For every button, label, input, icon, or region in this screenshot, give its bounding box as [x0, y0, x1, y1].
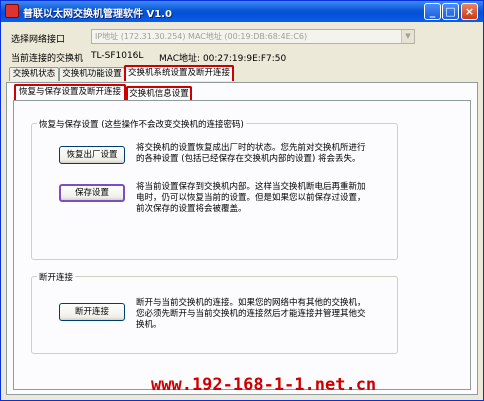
- tab-label: 交换机功能设置: [62, 69, 122, 79]
- disconnect-group: 断开连接 断开连接 断开与当前交换机的连接。如果您的网络中有其他的交换机，您必须…: [31, 271, 398, 354]
- close-button[interactable]: ×: [461, 3, 478, 20]
- app-window: 普联以太网交换机管理软件 V1.0 _ □ × 选择网络接口 IP地址 (172…: [0, 0, 484, 401]
- save-settings-description: 将当前设置保存到交换机内部。这样当交换机断电后再重新加电时，仍可以恢复当前的设置…: [136, 182, 366, 214]
- tab-switch-status[interactable]: 交换机状态: [9, 67, 59, 81]
- title-bar[interactable]: 普联以太网交换机管理软件 V1.0 _ □ ×: [1, 1, 483, 22]
- tab-label: 交换机信息设置: [129, 89, 189, 99]
- switch-mac: MAC地址: 00:27:19:9E:F7:50: [159, 54, 287, 64]
- tab-restore-save-disconnect[interactable]: 恢复与保存设置及断开连接: [14, 84, 126, 100]
- network-interface-label: 选择网络接口: [11, 35, 66, 45]
- app-icon: [5, 4, 19, 18]
- save-settings-button[interactable]: 保存设置: [59, 184, 125, 202]
- tab-label: 交换机系统设置及断开连接: [127, 68, 230, 78]
- network-interface-value: IP地址 (172.31.30.254) MAC地址 (00:19:DB:68:…: [95, 32, 308, 41]
- tab-switch-info[interactable]: 交换机信息设置: [126, 86, 192, 100]
- tab-label: 恢复与保存设置及断开连接: [18, 87, 121, 97]
- watermark-url: www.192-168-1-1.net.cn: [151, 375, 377, 395]
- connected-switch-label: 当前连接的交换机: [11, 54, 84, 64]
- disconnect-button[interactable]: 断开连接: [59, 303, 125, 321]
- chevron-down-icon[interactable]: ▼: [401, 30, 414, 43]
- switch-model: TL-SF1016L: [91, 51, 144, 61]
- main-tab-panel: 恢复与保存设置及断开连接 交换机信息设置 恢复与保存设置 (这些操作不会改变交换…: [6, 82, 478, 395]
- tab-label: 交换机状态: [12, 69, 56, 79]
- window-title: 普联以太网交换机管理软件 V1.0: [23, 9, 172, 20]
- disconnect-group-title: 断开连接: [37, 271, 76, 283]
- restore-save-group: 恢复与保存设置 (这些操作不会改变交换机的连接密码) 恢复出厂设置 将交换机的设…: [31, 118, 398, 260]
- network-interface-select[interactable]: IP地址 (172.31.30.254) MAC地址 (00:19:DB:68:…: [91, 29, 415, 44]
- factory-reset-description: 将交换机的设置恢复成出厂时的状态。您先前对交换机所进行的各种设置 (包括已经保存…: [136, 143, 366, 164]
- sub-tab-panel: 恢复与保存设置 (这些操作不会改变交换机的连接密码) 恢复出厂设置 将交换机的设…: [13, 100, 471, 390]
- maximize-button[interactable]: □: [442, 3, 459, 20]
- disconnect-description: 断开与当前交换机的连接。如果您的网络中有其他的交换机，您必须先断开与当前交换机的…: [136, 298, 366, 330]
- minimize-button[interactable]: _: [424, 3, 441, 20]
- factory-reset-button[interactable]: 恢复出厂设置: [59, 146, 125, 164]
- tab-system-settings[interactable]: 交换机系统设置及断开连接: [124, 65, 234, 81]
- tab-switch-function[interactable]: 交换机功能设置: [59, 67, 125, 81]
- restore-save-group-title: 恢复与保存设置 (这些操作不会改变交换机的连接密码): [37, 118, 246, 130]
